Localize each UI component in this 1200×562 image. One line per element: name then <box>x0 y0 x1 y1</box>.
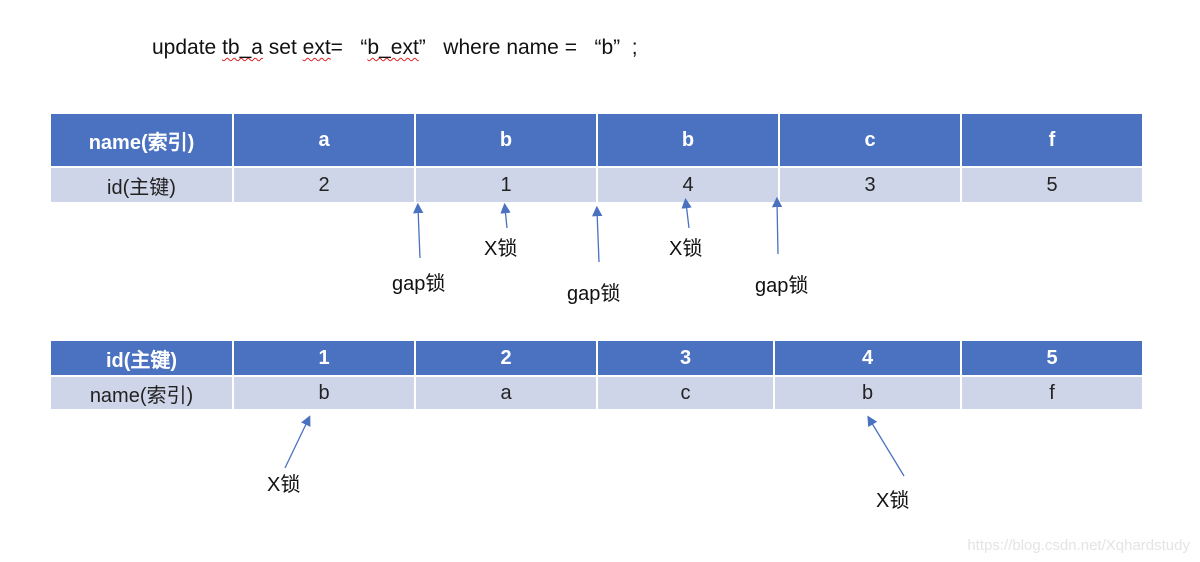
gap-lock-arrow-3 <box>771 196 783 255</box>
x-lock-label-2: X锁 <box>669 238 703 260</box>
x-lock-arrow-2 <box>681 197 692 229</box>
x-lock-label-1: X锁 <box>484 238 518 260</box>
watermark: https://blog.csdn.net/Xqhardstudy <box>967 537 1190 554</box>
x-lock-arrow-1 <box>500 202 511 229</box>
gap-lock-arrow-2 <box>592 205 603 263</box>
gap-lock-arrow-1 <box>413 202 424 259</box>
x-lock-arrow-4 <box>867 415 905 477</box>
gap-lock-label-1: gap锁 <box>392 273 446 295</box>
x-lock-label-3: X锁 <box>267 474 301 496</box>
x-lock-label-4: X锁 <box>876 490 910 512</box>
gap-lock-label-2: gap锁 <box>567 283 621 305</box>
x-lock-arrow-3 <box>284 415 311 469</box>
gap-lock-label-3: gap锁 <box>755 275 809 297</box>
